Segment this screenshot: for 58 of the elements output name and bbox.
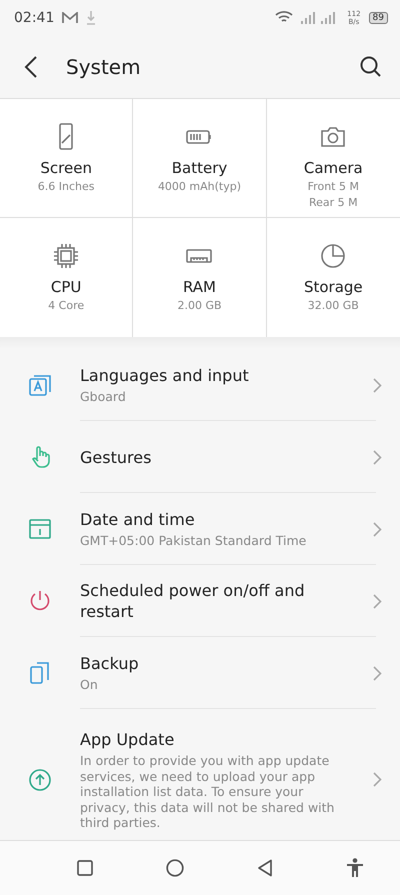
item-subtitle: In order to provide you with app update services, we need to upload your app installation list data. To ensure your privacy, this data will not be shared with third parties. (80, 753, 336, 830)
settings-item[interactable]: Scheduled power on/off and restart (0, 565, 400, 637)
wifi-icon (275, 11, 294, 24)
spec-label: RAM (182, 278, 216, 296)
status-time: 02:41 (14, 10, 54, 26)
search-icon[interactable] (360, 56, 382, 78)
chevron-icon (373, 378, 382, 392)
spec-label: Screen (40, 159, 92, 177)
item-title: Date and time (80, 509, 196, 530)
upload-icon (28, 768, 52, 792)
chevron-icon (373, 772, 382, 788)
spec-label: Storage (304, 278, 363, 296)
spec-label: CPU (50, 278, 82, 296)
spec-value: Front 5 M (308, 180, 359, 193)
spec-value: 32.00 GB (308, 299, 359, 312)
chevron-icon (373, 666, 382, 680)
chip-icon (52, 242, 80, 270)
spec-tile[interactable]: Storage 32.00 GB (266, 218, 400, 337)
power-icon (28, 589, 52, 613)
calendar-icon (28, 517, 52, 541)
item-title: Backup (80, 653, 140, 674)
chevron-icon (373, 450, 382, 464)
item-title: App Update (80, 729, 176, 750)
item-title: Scheduled power on/off and restart (80, 580, 306, 622)
item-title: Languages and input (80, 365, 250, 386)
back-icon[interactable] (24, 56, 38, 78)
back-nav-icon[interactable] (256, 859, 272, 877)
item-subtitle: On (80, 677, 99, 693)
mail-icon (62, 12, 78, 24)
spec-tile[interactable]: Screen 6.6 Inches (0, 99, 134, 218)
settings-item[interactable]: Gestures (0, 421, 400, 493)
pie-chart-icon (319, 242, 348, 270)
copy-icon (28, 661, 52, 685)
spec-value: 6.6 Inches (38, 180, 95, 193)
recents-icon[interactable] (76, 860, 92, 876)
settings-item[interactable]: Date and time GMT+05:00 Pakistan Standard Time (0, 493, 400, 565)
item-subtitle: GMT+05:00 Pakistan Standard Time (80, 533, 308, 549)
settings-item[interactable]: Backup On (0, 637, 400, 709)
spec-value: 4000 mAh(typ) (158, 180, 242, 193)
spec-value: 2.00 GB (177, 299, 222, 312)
page-title: System (66, 54, 142, 78)
language-icon (28, 373, 52, 397)
chevron-icon (373, 522, 382, 536)
spec-label: Camera (304, 159, 363, 177)
home-icon[interactable] (166, 859, 184, 877)
item-title: Gestures (80, 446, 152, 468)
download-icon (86, 10, 96, 24)
battery-indicator: 89 (368, 12, 388, 24)
spec-label: Battery (172, 159, 228, 177)
settings-item[interactable]: Languages and input Gboard (0, 349, 400, 421)
item-subtitle: Gboard (80, 389, 127, 405)
spec-tile[interactable]: Camera Front 5 M Rear 5 M (266, 99, 400, 218)
spec-value: Rear 5 M (308, 196, 358, 209)
spec-tile[interactable]: Battery 4000 mAh(typ) (133, 99, 267, 218)
chevron-icon (373, 594, 382, 608)
accessibility-icon[interactable] (346, 858, 364, 878)
spec-value: 4 Core (48, 299, 84, 312)
settings-item[interactable]: App Update In order to provide you with app update services, we need to upload your app installation list data. To ensure your privacy, this data will not be shared with third parties. (0, 709, 400, 840)
